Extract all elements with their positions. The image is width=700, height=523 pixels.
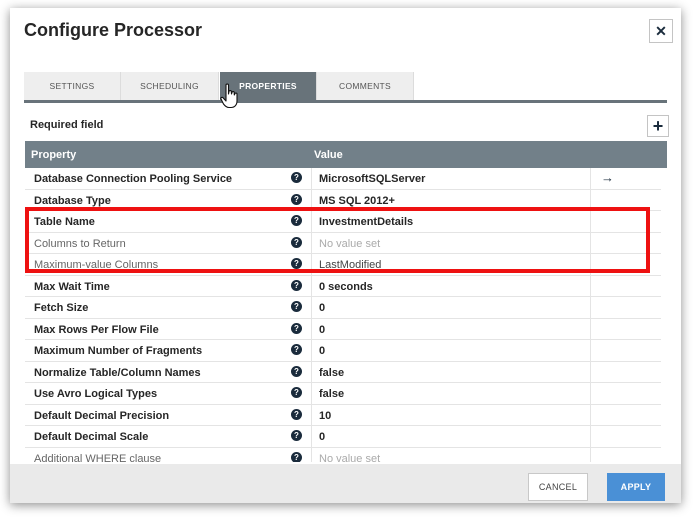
property-name: Default Decimal Scale [34, 431, 149, 443]
property-name: Columns to Return [34, 237, 126, 250]
tab-settings[interactable]: SETTINGS [24, 72, 121, 100]
table-row[interactable]: Database Connection Pooling Service? Micr… [25, 168, 661, 190]
property-name: Default Decimal Precision [34, 409, 170, 422]
cancel-button[interactable]: CANCEL [528, 473, 588, 501]
property-value[interactable]: 0 [311, 318, 591, 339]
dialog-footer: CANCEL APPLY [10, 464, 681, 503]
help-icon[interactable]: ? [291, 215, 302, 226]
help-icon[interactable]: ? [291, 387, 302, 398]
tab-scheduling[interactable]: SCHEDULING [121, 72, 219, 100]
property-name: Max Wait Time [34, 280, 110, 293]
property-value[interactable]: MicrosoftSQLServer [311, 168, 591, 189]
property-value[interactable]: 0 [311, 297, 591, 318]
apply-button[interactable]: APPLY [607, 473, 665, 501]
property-value[interactable]: No value set [311, 232, 591, 253]
help-icon[interactable]: ? [291, 301, 302, 312]
property-name: Normalize Table/Column Names [34, 366, 201, 379]
table-row[interactable]: Columns to Return? No value set [25, 232, 661, 254]
table-row[interactable]: Maximum-value Columns? LastModified [25, 254, 661, 276]
property-name: Use Avro Logical Types [34, 388, 158, 400]
dialog-title: Configure Processor [24, 20, 203, 40]
help-icon[interactable]: ? [291, 193, 302, 205]
required-field-label: Required field [30, 119, 104, 131]
property-name: Database Connection Pooling Service [34, 173, 233, 185]
property-value[interactable]: false [311, 383, 591, 404]
help-icon[interactable]: ? [291, 365, 302, 377]
help-icon[interactable]: ? [291, 236, 302, 248]
property-value[interactable]: 10 [311, 404, 591, 425]
property-name: Additional WHERE clause [34, 452, 162, 463]
hand-cursor-icon [220, 83, 238, 109]
header-value: Value [314, 149, 343, 161]
table-row[interactable]: Max Wait Time? 0 seconds [25, 275, 661, 297]
table-row[interactable]: Maximum Number of Fragments? 0 [25, 340, 661, 362]
close-button[interactable]: ✕ [649, 19, 673, 43]
property-value[interactable]: 0 [311, 426, 591, 447]
help-icon[interactable]: ? [291, 451, 302, 462]
property-name: Fetch Size [34, 302, 89, 314]
table-row[interactable]: Default Decimal Precision? 10 [25, 404, 661, 426]
tab-bar: SETTINGS SCHEDULING PROPERTIES COMMENTS [24, 72, 667, 103]
properties-table: Property Value Database Connection Pooli… [25, 141, 667, 462]
property-name: Database Type [34, 194, 111, 207]
help-icon[interactable]: ? [291, 258, 302, 269]
header-property: Property [31, 149, 77, 161]
tab-comments[interactable]: COMMENTS [317, 72, 414, 100]
property-name: Table Name [34, 216, 95, 228]
property-value[interactable]: No value set [311, 447, 591, 462]
property-value[interactable]: 0 seconds [311, 275, 591, 296]
property-value[interactable]: MS SQL 2012+ [311, 189, 591, 210]
help-icon[interactable]: ? [291, 408, 302, 420]
property-value[interactable]: 0 [311, 340, 591, 361]
plus-icon: + [652, 116, 664, 136]
property-value[interactable]: LastModified [311, 254, 591, 275]
table-row[interactable]: Normalize Table/Column Names? false [25, 361, 661, 383]
table-row[interactable]: Fetch Size? 0 [25, 297, 661, 319]
add-property-button[interactable]: + [647, 115, 669, 137]
help-icon[interactable]: ? [291, 172, 302, 183]
help-icon[interactable]: ? [291, 279, 302, 291]
table-header: Property Value [25, 141, 667, 168]
configure-processor-dialog: Configure Processor ✕ SETTINGS SCHEDULIN… [10, 8, 681, 503]
property-value[interactable]: false [311, 361, 591, 382]
help-icon[interactable]: ? [291, 322, 302, 334]
go-to-service-arrow-icon[interactable]: → [601, 170, 614, 185]
table-row[interactable]: Use Avro Logical Types? false [25, 383, 661, 405]
property-name: Maximum Number of Fragments [34, 345, 203, 357]
property-name: Max Rows Per Flow File [34, 323, 159, 336]
close-icon: ✕ [655, 22, 667, 39]
table-row[interactable]: Max Rows Per Flow File? 0 [25, 318, 661, 340]
table-row[interactable]: Database Type? MS SQL 2012+ [25, 189, 661, 211]
property-value[interactable]: InvestmentDetails [311, 211, 591, 232]
property-name: Maximum-value Columns [34, 259, 159, 271]
table-row[interactable]: Additional WHERE clause? No value set [25, 447, 661, 463]
table-row[interactable]: Table Name? InvestmentDetails [25, 211, 661, 233]
table-row[interactable]: Default Decimal Scale? 0 [25, 426, 661, 448]
help-icon[interactable]: ? [291, 344, 302, 355]
help-icon[interactable]: ? [291, 430, 302, 441]
